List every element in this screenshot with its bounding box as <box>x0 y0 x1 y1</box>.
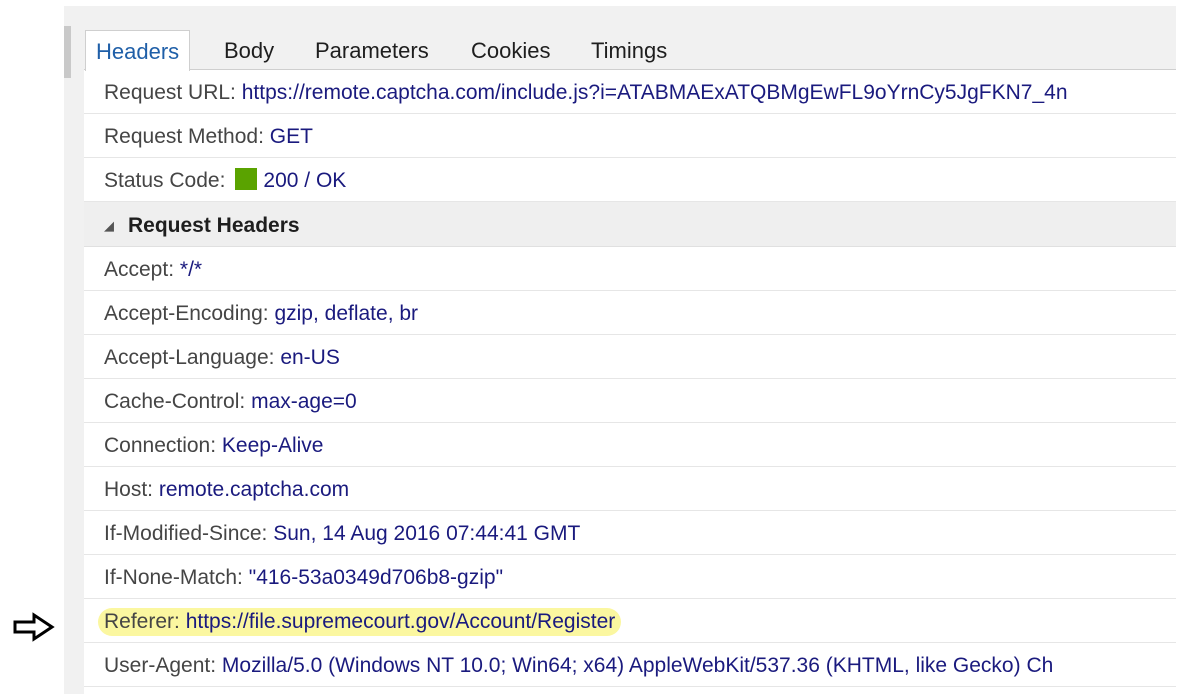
header-value: https://file.supremecourt.gov/Account/Re… <box>185 610 616 633</box>
request-headers-list: Accept: */* Accept-Encoding: gzip, deflat… <box>84 247 1176 687</box>
header-key: If-Modified-Since: <box>104 522 268 545</box>
header-key: Accept: <box>104 258 175 281</box>
header-pair: Cache-Control: max-age=0 <box>104 390 357 413</box>
header-row[interactable]: Host: remote.captcha.com <box>84 467 1176 511</box>
header-key: Status Code: <box>104 169 226 192</box>
header-row[interactable]: Accept-Language: en-US <box>84 335 1176 379</box>
header-value: Mozilla/5.0 (Windows NT 10.0; Win64; x64… <box>221 654 1054 677</box>
panel-splitter[interactable] <box>64 26 71 78</box>
header-row[interactable]: User-Agent: Mozilla/5.0 (Windows NT 10.0… <box>84 643 1176 687</box>
header-value: max-age=0 <box>251 390 357 413</box>
tab-headers[interactable]: Headers <box>85 30 191 71</box>
header-pair: User-Agent: Mozilla/5.0 (Windows NT 10.0… <box>104 654 1053 677</box>
header-key: Host: <box>104 478 154 501</box>
header-key: Referer: <box>104 610 180 633</box>
header-row[interactable]: Cache-Control: max-age=0 <box>84 379 1176 423</box>
header-row[interactable]: Referer: https://file.supremecourt.gov/A… <box>84 599 1176 643</box>
header-value: "416-53a0349d706b8-gzip" <box>248 566 504 589</box>
tab-timings[interactable]: Timings <box>581 30 677 70</box>
header-key: Connection: <box>104 434 217 457</box>
header-pair: Accept-Language: en-US <box>104 346 340 369</box>
section-title: Request Headers <box>128 214 300 237</box>
header-row[interactable]: If-None-Match: "416-53a0349d706b8-gzip" <box>84 555 1176 599</box>
header-value: remote.captcha.com <box>158 478 350 501</box>
header-key: Accept-Language: <box>104 346 275 369</box>
header-row[interactable]: Accept: */* <box>84 247 1176 291</box>
header-value: Keep-Alive <box>221 434 324 457</box>
header-pair: Connection: Keep-Alive <box>104 434 323 457</box>
header-pair: If-Modified-Since: Sun, 14 Aug 2016 07:4… <box>104 522 580 545</box>
header-row[interactable]: Connection: Keep-Alive <box>84 423 1176 467</box>
header-pair: Accept: */* <box>104 258 202 281</box>
header-key: If-None-Match: <box>104 566 243 589</box>
header-pair: If-None-Match: "416-53a0349d706b8-gzip" <box>104 566 503 589</box>
header-value: en-US <box>280 346 340 369</box>
header-key: Request Method: <box>104 125 264 148</box>
status-ok-icon <box>235 168 258 190</box>
status-code-row[interactable]: Status Code: 200 / OK <box>84 158 1176 202</box>
header-row[interactable]: If-Modified-Since: Sun, 14 Aug 2016 07:4… <box>84 511 1176 555</box>
tab-parameters[interactable]: Parameters <box>305 30 439 70</box>
collapse-triangle-icon[interactable]: ◢ <box>104 202 114 249</box>
request-method-row[interactable]: Request Method: GET <box>84 114 1176 158</box>
header-pair: Host: remote.captcha.com <box>104 478 349 501</box>
header-value: GET <box>269 125 313 148</box>
devtools-network-details-panel: Headers Body Parameters Cookies Timings … <box>64 6 1176 694</box>
header-key: Request URL: <box>104 81 236 104</box>
header-value: Sun, 14 Aug 2016 07:44:41 GMT <box>273 522 581 545</box>
header-value: 200 / OK <box>263 169 347 192</box>
header-key: User-Agent: <box>104 654 217 677</box>
request-headers-section[interactable]: ◢ Request Headers <box>84 202 1176 247</box>
right-arrow-icon <box>13 612 55 642</box>
tab-bar: Headers Body Parameters Cookies Timings <box>71 6 1176 71</box>
highlight-marker: Referer: https://file.supremecourt.gov/A… <box>98 608 622 636</box>
headers-content: Request URL: https://remote.captcha.com/… <box>84 69 1176 694</box>
header-key: Accept-Encoding: <box>104 302 269 325</box>
header-row[interactable]: Accept-Encoding: gzip, deflate, br <box>84 291 1176 335</box>
header-pair: Accept-Encoding: gzip, deflate, br <box>104 302 418 325</box>
header-key: Cache-Control: <box>104 390 246 413</box>
header-value: gzip, deflate, br <box>274 302 419 325</box>
header-value: https://remote.captcha.com/include.js?i=… <box>241 81 1068 104</box>
header-value: */* <box>179 258 203 281</box>
request-url-row[interactable]: Request URL: https://remote.captcha.com/… <box>84 70 1176 114</box>
tab-body[interactable]: Body <box>214 30 284 70</box>
tab-cookies[interactable]: Cookies <box>461 30 560 70</box>
